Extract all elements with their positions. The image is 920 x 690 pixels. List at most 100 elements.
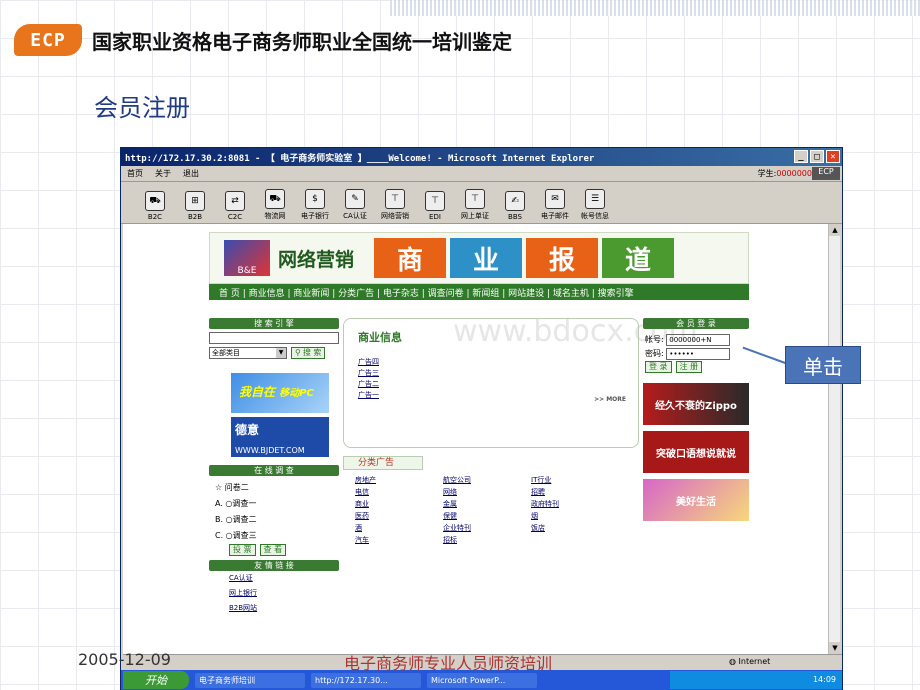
classified-heading: 分类广告 [343,456,423,470]
classified-link[interactable]: 企业特刊 [443,522,531,534]
exchange-icon: ⇄ [225,191,245,211]
classified-link[interactable]: 网络 [443,486,531,498]
slide-date: 2005-12-09 [78,650,171,669]
category-select[interactable]: 全部类目 ▼ [209,347,287,359]
certificate-icon: ✎ [345,189,365,209]
page-content: www.bdocx.com B&E 网络营销 商业报道 首 页 | 商业信息 |… [123,224,830,654]
business-info-heading: 商业信息 [358,331,402,344]
poll-heading: 在 线 调 查 [209,465,339,476]
tool-ca[interactable]: ✎ CA认证 [335,189,375,221]
friend-links: CA认证 网上银行 B2B网站 [209,571,339,616]
classified-link[interactable]: 饭店 [531,522,619,534]
banner-headline: 商业报道 [374,238,675,278]
money-icon: $ [305,189,325,209]
site-logo: B&E [224,240,270,276]
site-nav[interactable]: 首 页 | 商业信息 | 商业新闻 | 分类广告 | 电子杂志 | 调查问卷 |… [209,284,749,300]
classified-link[interactable]: 汽车 [355,534,443,546]
friend-link[interactable]: B2B网站 [229,601,339,616]
classified-link[interactable]: 招标 [443,534,531,546]
password-input[interactable]: •••••• [666,347,731,360]
tool-marketing[interactable]: ⊤ 网络营销 [375,189,415,221]
classified-link[interactable]: 保健 [443,510,531,522]
username-input[interactable]: 0000000+N [666,333,731,346]
poll-option[interactable]: A. ○调查一 [215,496,333,512]
scroll-down-icon: ▼ [829,642,841,654]
classified-link[interactable]: IT行业 [531,474,619,486]
vote-button[interactable]: 投 票 [229,544,256,556]
tool-edi[interactable]: ⊤ EDI [415,191,455,221]
ad-mobile-pc[interactable]: 我自在 移动PC [231,373,329,413]
classified-link[interactable]: 房地产 [355,474,443,486]
classified-link[interactable]: 航空公司 [443,474,531,486]
ad-link[interactable]: 广告三 [358,368,624,379]
register-button[interactable]: 注 册 [675,361,703,373]
window-titlebar: http://172.17.30.2:8081 - 【 电子商务师实验室 】__… [121,148,842,166]
classified-link[interactable]: 酒 [355,522,443,534]
tool-b2b[interactable]: ⊞ B2B [175,191,215,221]
tree-icon: ⊤ [385,189,405,209]
classified-link[interactable]: 政府特刊 [531,498,619,510]
view-button[interactable]: 查 看 [259,544,287,556]
classified-link[interactable]: 电信 [355,486,443,498]
friend-links-heading: 友 情 链 接 [209,560,339,571]
close-button[interactable]: ✕ [826,150,840,163]
search-icon: ⚲ [295,348,301,357]
friend-link[interactable]: 网上银行 [229,586,339,601]
search-input[interactable] [209,332,339,344]
poll-option[interactable]: B. ○调查二 [215,512,333,528]
ad-zippo[interactable]: 经久不衰的Zippo [643,383,749,425]
classified-link[interactable]: 招聘 [531,486,619,498]
classified-link[interactable]: 医药 [355,510,443,522]
tool-documents[interactable]: ⊤ 网上单证 [455,189,495,221]
mail-icon: ✉ [545,189,565,209]
tool-logistics[interactable]: ⛟ 物流网 [255,189,295,221]
poll-option[interactable]: C. ○调查三 [215,528,333,544]
ad-link[interactable]: 广告一 [358,390,624,401]
banner-title: 网络营销 [278,248,355,271]
poll: ☆ 问卷二 A. ○调查一 B. ○调查二 C. ○调查三 投 票 查 看 [209,476,339,560]
task-button[interactable]: http://172.17.30... [311,672,421,688]
right-column: 会 员 登 录 帐号: 0000000+N 密码: •••••• 登 录 注 册… [643,318,749,616]
minimize-button[interactable]: _ [794,150,808,163]
friend-link[interactable]: CA认证 [229,571,339,586]
ad-life[interactable]: 美好生活 [643,479,749,521]
module-toolbar: ⛟ B2C ⊞ B2B ⇄ C2C ⛟ 物流网 $ 电子银行 ✎ CA认证 ⊤ 网络营销 ⊤ E… [121,182,842,224]
classified-grid: 房地产 航空公司 IT行业 电信 网络 招聘 商业 金属 政府特刊 医药 保健 … [343,474,639,546]
ad-link[interactable]: 广告四 [358,357,624,368]
classified-link[interactable]: 烟 [531,510,619,522]
tool-account[interactable]: ☰ 帐号信息 [575,189,615,221]
classified-link[interactable]: 金属 [443,498,531,510]
more-link[interactable]: >> MORE [594,396,626,403]
ecp-logo: ECP [14,24,82,56]
ad-link[interactable]: 广告二 [358,379,624,390]
slide-subtitle: 会员注册 [94,94,190,122]
search-button[interactable]: ⚲ 搜 索 [291,347,326,359]
start-button[interactable]: 开始 [123,671,189,689]
login-button[interactable]: 登 录 [645,361,672,373]
tool-email[interactable]: ✉ 电子邮件 [535,189,575,221]
tool-ebank[interactable]: $ 电子银行 [295,189,335,221]
tool-b2c[interactable]: ⛟ B2C [135,191,175,221]
tool-bbs[interactable]: ✍ BBS [495,191,535,221]
ad-speaking[interactable]: 突破口语想说就说 [643,431,749,473]
left-column: 搜 索 引 擎 全部类目 ▼ ⚲ 搜 索 我自在 移动PC 德意 WWW.BJDET.… [209,318,339,616]
vertical-scrollbar[interactable]: ▲ ▼ [828,224,841,654]
login-heading: 会 员 登 录 [643,318,749,329]
task-button[interactable]: Microsoft PowerP... [427,672,537,688]
ecp-badge: ECP [812,167,840,180]
truck-icon: ⛟ [265,189,285,209]
classified-link[interactable]: 商业 [355,498,443,510]
ad-deyi[interactable]: 德意 WWW.BJDET.COM [231,417,329,457]
task-button[interactable]: 电子商务师培训 [195,672,305,688]
maximize-button[interactable]: □ [810,150,824,163]
slide-footer: 电子商务师专业人员师资培训 [344,654,553,673]
menu-logout[interactable]: 退出 [183,168,199,179]
menu-about[interactable]: 关于 [155,168,171,179]
tool-c2c[interactable]: ⇄ C2C [215,191,255,221]
business-info-panel: 商业信息 广告四 广告三 广告二 广告一 >> MORE [343,318,639,448]
middle-column: 商业信息 广告四 广告三 广告二 广告一 >> MORE 分类广告 房地产 航空… [343,318,639,616]
slide-title: 国家职业资格电子商务师职业全国统一培训鉴定 [92,29,512,54]
menu-home[interactable]: 首页 [127,168,143,179]
scroll-up-icon: ▲ [829,224,841,236]
menu-bar: 首页 关于 退出 学生:0000000 ECP [121,166,842,182]
